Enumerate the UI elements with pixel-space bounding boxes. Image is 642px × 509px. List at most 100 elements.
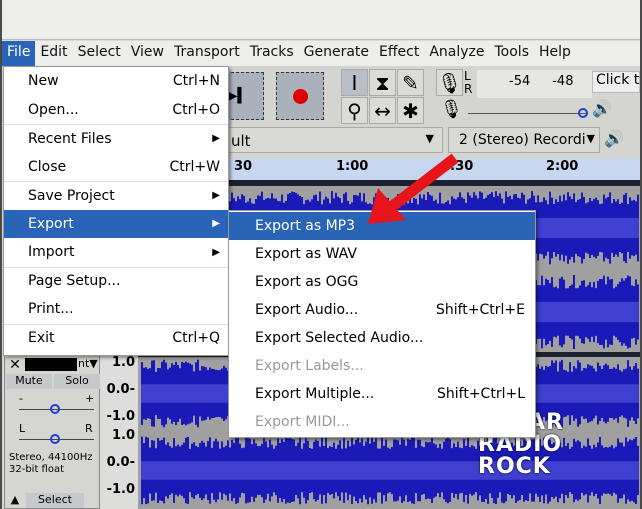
menu-help[interactable]: Help xyxy=(534,41,576,66)
menu-transport[interactable]: Transport xyxy=(169,41,245,66)
title-bar xyxy=(2,0,640,40)
file-menu-item[interactable]: Export ▶ xyxy=(4,209,228,238)
file-menu-item[interactable]: Close Ctrl+W xyxy=(4,153,228,182)
vruler-tick: -1.0 xyxy=(106,409,135,424)
vruler-tick: 1.0 xyxy=(111,355,135,370)
selection-tool[interactable]: I xyxy=(341,69,368,96)
collapse-track-button[interactable]: ▲ xyxy=(6,493,24,508)
menu-item-shortcut: Ctrl+W xyxy=(169,158,220,175)
meter-tick: -54 xyxy=(509,74,531,89)
track-menu-button[interactable]: nt▼ xyxy=(78,357,98,370)
meter-r: R xyxy=(464,82,473,96)
menu-item-label: Export xyxy=(28,215,74,232)
ruler-tick: 30 xyxy=(234,159,253,174)
channels-dropdown[interactable]: 2 (Stereo) Recordi ▼ xyxy=(448,127,600,153)
slider-thumb[interactable] xyxy=(578,108,588,118)
menu-item-label: Page Setup... xyxy=(28,273,121,290)
export-submenu: Export as MP3 Export as WAV Export as OGG E… xyxy=(228,210,536,438)
file-menu-item[interactable]: Save Project ▶ xyxy=(4,181,228,210)
track-name-redacted xyxy=(25,358,77,371)
menu-item-label: Open... xyxy=(28,101,79,118)
menu-item-label: Export Labels... xyxy=(255,358,364,374)
file-menu: New Ctrl+N Open... Ctrl+O Recent Files ▶ Close… xyxy=(3,66,229,356)
vertical-ruler: 1.0 0.0- -1.0 1.0 0.0- -1.0 xyxy=(100,355,138,509)
channels-value: 2 (Stereo) Recordi xyxy=(459,132,586,148)
export-menu-item: Export MIDI... xyxy=(229,408,535,436)
menu-item-label: Export Multiple... xyxy=(255,386,375,402)
export-menu-item[interactable]: Export Selected Audio... xyxy=(229,324,535,352)
speaker-icon: 🔊 xyxy=(604,129,624,148)
skip-end-icon: ▶▍ xyxy=(226,88,249,104)
pan-r: R xyxy=(85,422,93,435)
chevron-down-icon: ▼ xyxy=(586,132,595,145)
export-menu-item[interactable]: Export as OGG xyxy=(229,268,535,296)
select-track-button[interactable]: Select xyxy=(26,493,84,508)
menu-item-shortcut: Ctrl+O xyxy=(172,101,220,118)
gain-plus: + xyxy=(85,392,95,405)
record-button[interactable] xyxy=(276,72,324,120)
menu-item-label: Save Project xyxy=(28,187,115,204)
submenu-arrow-icon: ▶ xyxy=(212,246,220,258)
record-icon xyxy=(292,88,308,104)
zoom-tool[interactable]: ⚲ xyxy=(341,97,368,124)
menu-item-label: Recent Files xyxy=(28,130,112,147)
export-menu-item[interactable]: Export as WAV xyxy=(229,240,535,268)
envelope-tool[interactable]: ⧗ xyxy=(369,69,396,96)
menu-item-label: Export MIDI... xyxy=(255,414,350,430)
track-format: Stereo, 44100Hz xyxy=(9,452,93,463)
menu-item-shortcut: Ctrl+N xyxy=(172,73,220,90)
menu-bar: File Edit Select View Transport Tracks Generat… xyxy=(2,41,640,66)
meter-lr: LR xyxy=(464,70,472,96)
menu-item-label: Close xyxy=(28,158,67,175)
menu-select[interactable]: Select xyxy=(73,41,126,66)
click-to-start-monitoring[interactable]: Click to xyxy=(592,71,640,93)
file-menu-item[interactable]: New Ctrl+N xyxy=(4,67,228,96)
export-menu-item[interactable]: Export Audio... Shift+Ctrl+E xyxy=(229,296,535,324)
solo-button[interactable]: Solo xyxy=(54,374,100,389)
close-track-button[interactable]: ✕ xyxy=(7,357,23,373)
submenu-arrow-icon: ▶ xyxy=(212,218,220,230)
record-meter-icon[interactable]: 🎙 xyxy=(436,69,463,96)
mute-button[interactable]: Mute xyxy=(6,374,52,389)
vruler-tick: 0.0- xyxy=(106,382,135,397)
record-meter[interactable]: -54-48- xyxy=(477,70,600,98)
track-name: nt xyxy=(78,357,90,370)
menu-edit[interactable]: Edit xyxy=(35,41,72,66)
file-menu-item[interactable]: Page Setup... xyxy=(4,266,228,296)
menu-file[interactable]: File xyxy=(2,41,36,66)
pan-thumb[interactable] xyxy=(50,434,60,444)
menu-analyze[interactable]: Analyze xyxy=(424,41,489,66)
menu-item-label: Export as MP3 xyxy=(255,218,356,234)
gain-minus: - xyxy=(19,392,23,405)
file-menu-item[interactable]: Exit Ctrl+Q xyxy=(4,323,228,353)
chevron-down-icon: ▼ xyxy=(425,132,434,145)
recording-volume-slider[interactable] xyxy=(468,113,588,114)
speaker-icon: 🔊 xyxy=(592,99,612,118)
menu-item-label: Export Audio... xyxy=(255,302,359,318)
menu-item-label: Print... xyxy=(28,301,74,318)
gain-thumb[interactable] xyxy=(50,404,60,414)
menu-generate[interactable]: Generate xyxy=(299,41,374,66)
file-menu-item[interactable]: Open... Ctrl+O xyxy=(4,96,228,125)
file-menu-item[interactable]: Import ▶ xyxy=(4,238,228,267)
menu-tracks[interactable]: Tracks xyxy=(245,41,299,66)
menu-item-shortcut: Shift+Ctrl+E xyxy=(435,302,525,318)
timeshift-tool[interactable]: ↔ xyxy=(369,97,396,124)
menu-item-label: Export as OGG xyxy=(255,274,359,290)
menu-effect[interactable]: Effect xyxy=(374,41,424,66)
draw-tool[interactable]: ✎ xyxy=(397,69,424,96)
meter-tick: -48 xyxy=(552,74,574,89)
file-menu-item[interactable]: Print... xyxy=(4,295,228,324)
menu-tools[interactable]: Tools xyxy=(490,41,535,66)
mic-icon: 🎙 xyxy=(440,99,463,120)
multi-tool[interactable]: ✱ xyxy=(397,97,424,124)
track-control-panel: ✕ nt▼ Mute Solo - + L R Stereo, 44100Hz … xyxy=(4,355,100,509)
vruler-tick: 1.0 xyxy=(111,428,135,443)
export-menu-item[interactable]: Export Multiple... Shift+Ctrl+L xyxy=(229,380,535,408)
red-arrow-annotation xyxy=(368,153,459,224)
menu-item-label: Import xyxy=(28,244,75,261)
vruler-tick: 0.0- xyxy=(106,455,135,470)
file-menu-item[interactable]: Recent Files ▶ xyxy=(4,124,228,153)
menu-view[interactable]: View xyxy=(126,41,169,66)
pan-l: L xyxy=(19,422,26,435)
